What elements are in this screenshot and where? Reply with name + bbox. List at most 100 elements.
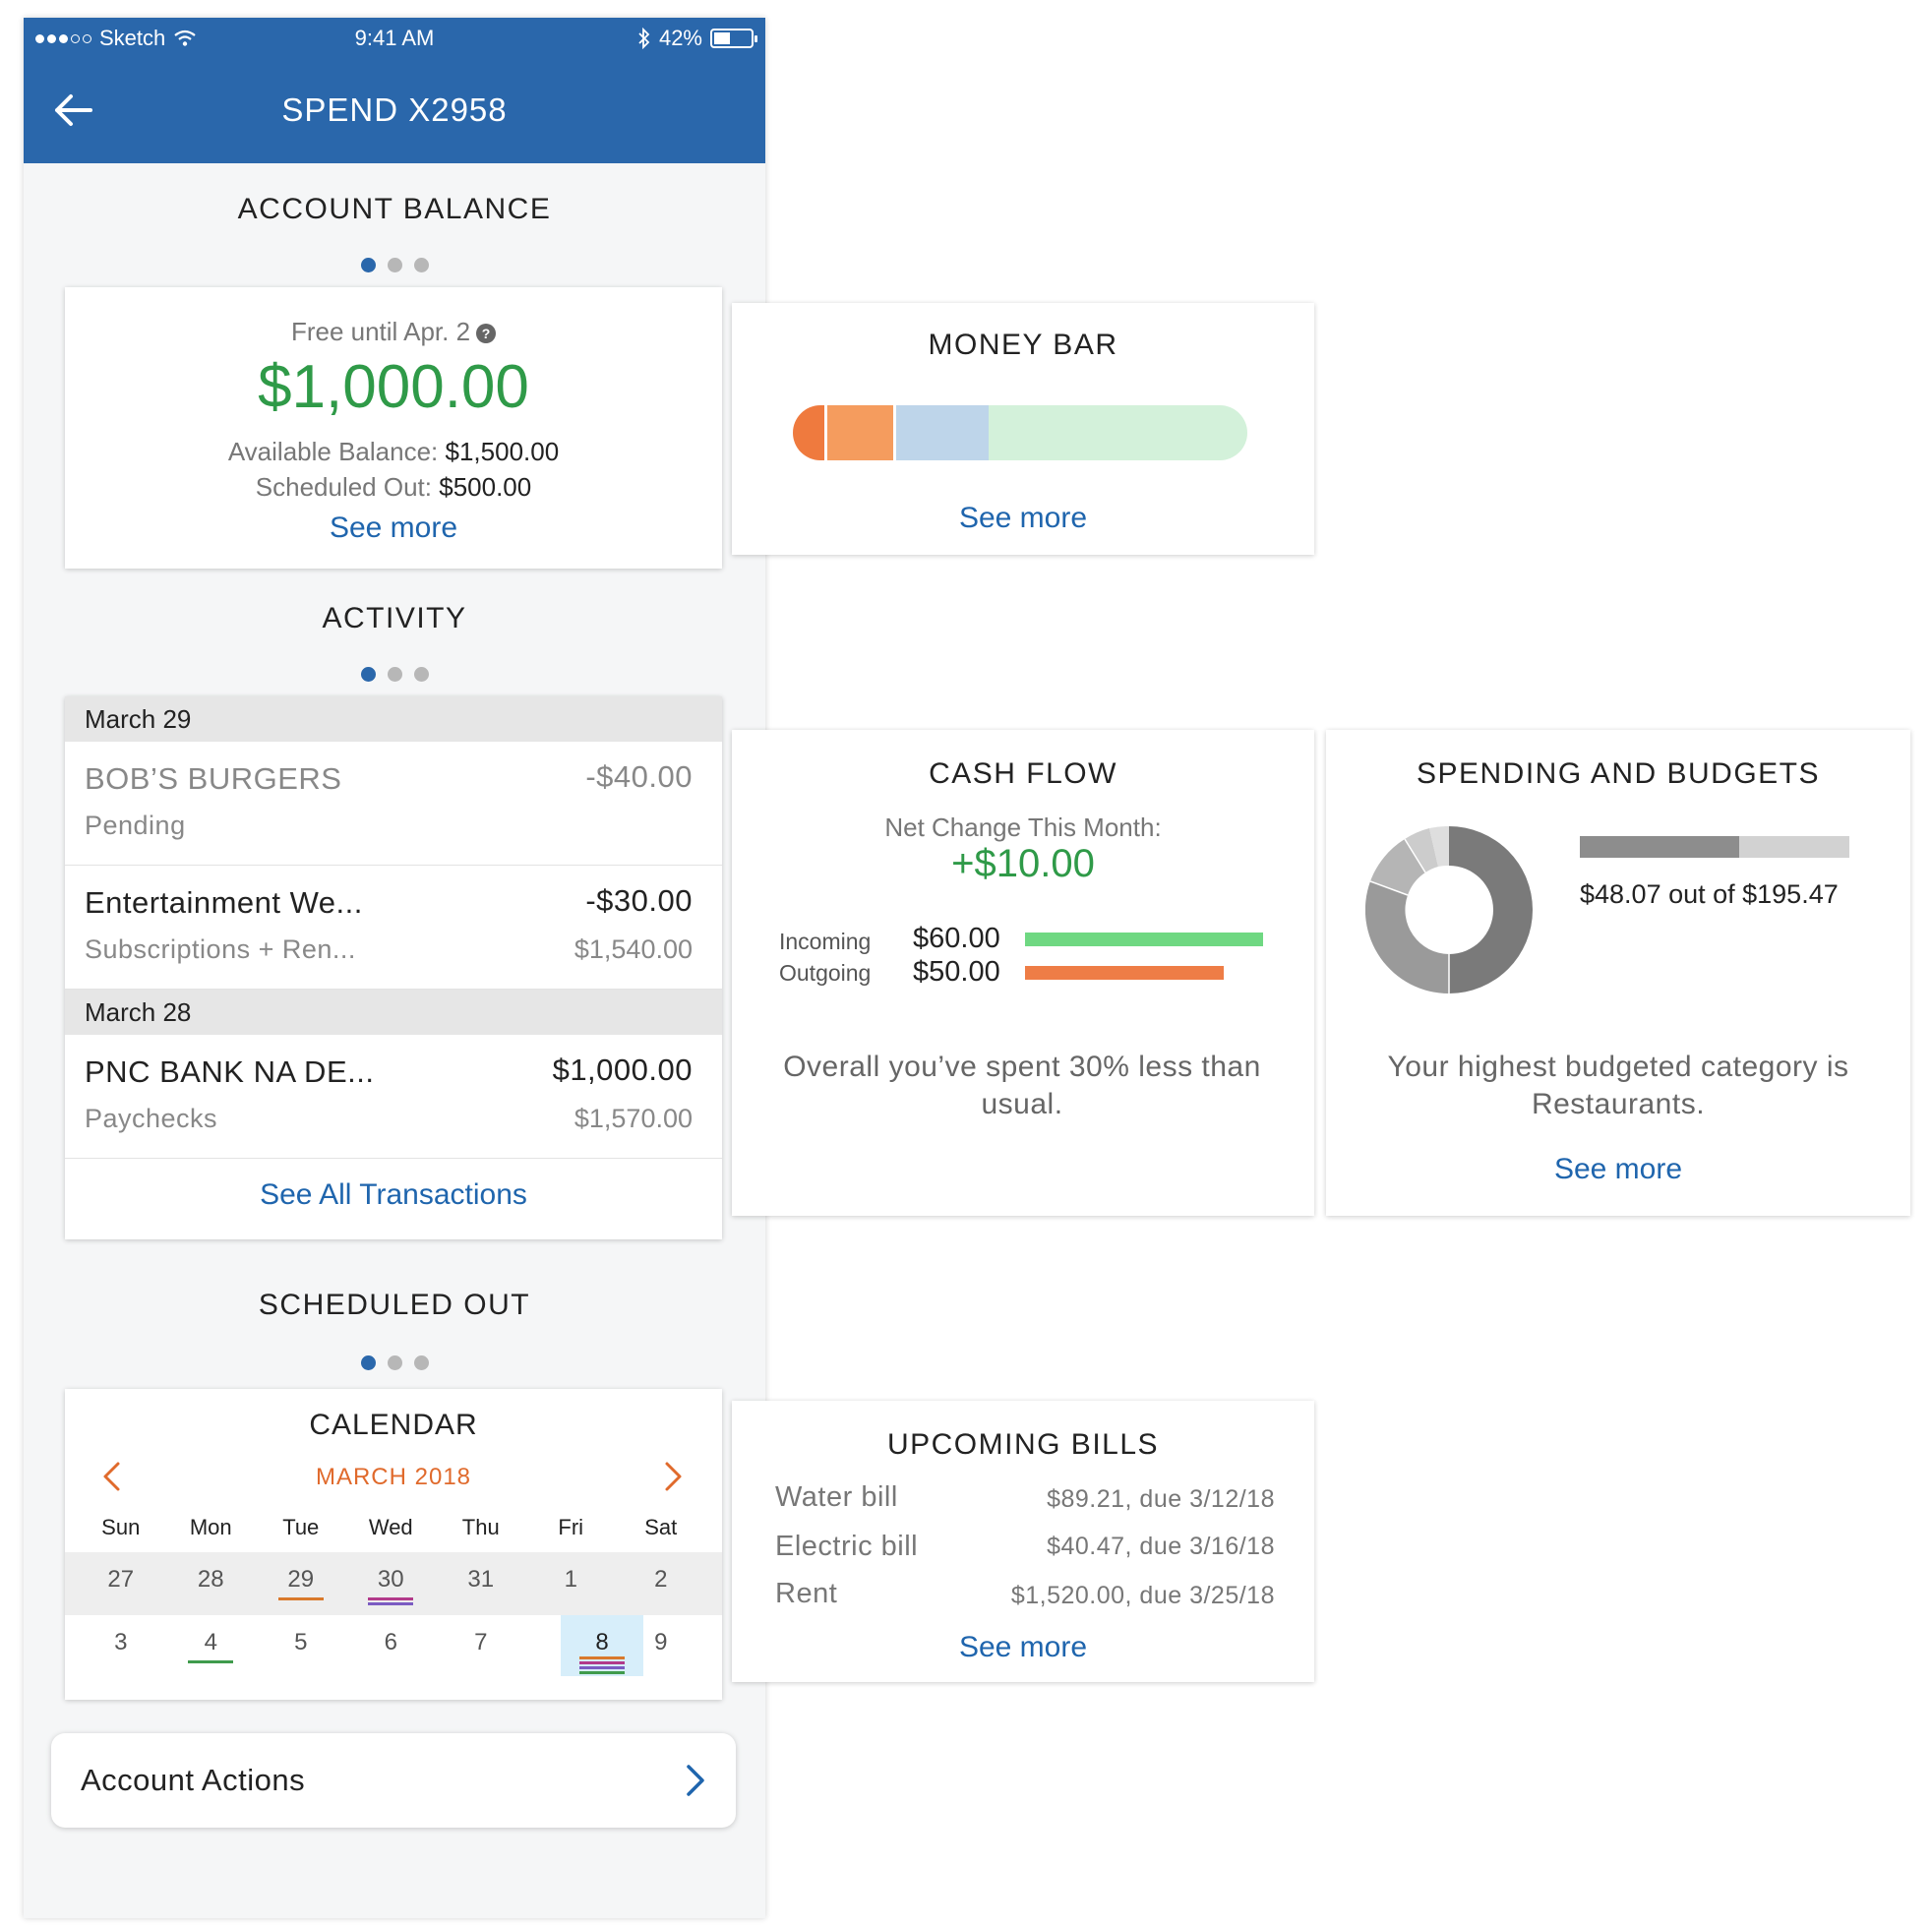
calendar-day[interactable]: 30	[346, 1552, 437, 1613]
money-bar-segment	[793, 405, 825, 460]
balance-pager[interactable]	[24, 258, 765, 272]
pager-dot[interactable]	[413, 1355, 429, 1370]
activity-pager[interactable]	[24, 667, 765, 682]
chevron-right-icon	[687, 1765, 704, 1796]
calendar-day[interactable]: 4	[166, 1615, 257, 1676]
net-change-value: +$10.00	[951, 842, 1095, 885]
budget-note: Your highest budgeted category is Restau…	[1387, 1051, 1849, 1120]
money-bar-card: MONEY BAR See more	[732, 303, 1314, 555]
battery-icon	[710, 29, 757, 48]
outgoing-value: $50.00	[913, 956, 1000, 988]
pager-dot[interactable]	[360, 258, 376, 272]
pager-dot[interactable]	[413, 667, 429, 682]
bill-detail: $89.21, due 3/12/18	[1047, 1485, 1275, 1513]
transaction-name: Entertainment We...	[85, 885, 363, 920]
battery-percent: 42%	[658, 26, 702, 50]
activity-heading: ACTIVITY	[322, 602, 467, 634]
calendar-day[interactable]: 27	[76, 1552, 166, 1613]
calendar-day[interactable]: 28	[166, 1552, 257, 1613]
transaction-row[interactable]: PNC BANK NA DE... Paychecks $1,000.00 $1…	[65, 1035, 722, 1159]
weekday-label: Fri	[558, 1515, 584, 1539]
calendar-month: MARCH 2018	[315, 1464, 472, 1490]
money-bar-segment	[892, 405, 989, 460]
transaction-category: Paychecks	[85, 1104, 218, 1133]
calendar-day-number: 30	[377, 1566, 404, 1593]
pager-dot[interactable]	[387, 1355, 402, 1370]
outgoing-label: Outgoing	[779, 960, 872, 986]
calendar-day[interactable]: 2	[616, 1552, 706, 1613]
phone-screen: Sketch 9:41 AM 42% SPEND X2958 ACCOUNT B…	[24, 18, 765, 1918]
cash-flow-title: CASH FLOW	[929, 757, 1117, 790]
spending-budgets-card: SPENDING AND BUDGETS $48.07 out of $195.…	[1326, 730, 1910, 1216]
weekday-label: Tue	[282, 1515, 320, 1539]
budget-summary: $48.07 out of $195.47	[1580, 879, 1839, 909]
calendar-title: CALENDAR	[309, 1409, 478, 1441]
balance-amount: $1,000.00	[258, 353, 529, 421]
pager-dot[interactable]	[360, 667, 376, 682]
chevron-right-icon[interactable]	[661, 1460, 687, 1493]
available-label: Available Balance:	[227, 437, 439, 466]
calendar-day[interactable]: 6	[346, 1615, 437, 1676]
calendar-week: 3 4 5 6 7 8 9	[65, 1615, 722, 1678]
pager-dot[interactable]	[387, 667, 402, 682]
available-balance: Available Balance: $1,500.00	[65, 437, 722, 467]
calendar-day-number: 4	[204, 1629, 217, 1655]
bill-detail: $40.47, due 3/16/18	[1047, 1533, 1275, 1560]
free-until-label: Free until Apr. 2	[290, 317, 471, 346]
money-bar-segment	[824, 405, 893, 460]
money-bar-see-more-link[interactable]: See more	[732, 502, 1314, 535]
calendar-day[interactable]: 29	[256, 1552, 346, 1613]
calendar-day[interactable]: 3	[76, 1615, 166, 1676]
balance-see-more-link[interactable]: See more	[65, 512, 722, 545]
question-circle-icon[interactable]: ?	[476, 324, 497, 343]
money-bar[interactable]	[793, 405, 1247, 460]
bill-name: Rent	[775, 1578, 838, 1609]
cash-flow-note: Overall you’ve spent 30% less than usual…	[783, 1051, 1261, 1120]
account-actions-button[interactable]: Account Actions	[51, 1733, 736, 1828]
account-balance-card: Free until Apr. 2? $1,000.00 Available B…	[65, 287, 722, 569]
nav-bar: SPEND X2958	[24, 57, 765, 163]
scheduled-out-line: Scheduled Out: $500.00	[65, 472, 722, 503]
money-bar-segment	[988, 405, 1247, 460]
account-balance-heading: ACCOUNT BALANCE	[237, 193, 552, 225]
account-actions-label: Account Actions	[81, 1763, 306, 1797]
free-until-text: Free until Apr. 2?	[65, 317, 722, 347]
activity-card: March 29 BOB’S BURGERS Pending -$40.00 E…	[65, 696, 722, 1239]
scheduled-pager[interactable]	[24, 1355, 765, 1370]
bill-detail: $1,520.00, due 3/25/18	[1010, 1582, 1275, 1609]
status-bar: Sketch 9:41 AM 42%	[24, 18, 765, 57]
calendar-day[interactable]: 5	[256, 1615, 346, 1676]
date-header: March 29	[65, 696, 722, 742]
calendar-day[interactable]: 7	[436, 1615, 526, 1676]
weekday-label: Sat	[644, 1515, 678, 1539]
pager-dot[interactable]	[387, 258, 402, 272]
calendar-day[interactable]: 1	[526, 1552, 617, 1613]
transaction-name: BOB’S BURGERS	[85, 761, 342, 796]
scheduled-label: Scheduled Out:	[255, 472, 432, 502]
bluetooth-icon	[638, 28, 650, 49]
budget-donut-chart[interactable]	[1365, 826, 1533, 993]
transaction-row[interactable]: BOB’S BURGERS Pending -$40.00	[65, 742, 722, 866]
bills-see-more-link[interactable]: See more	[732, 1631, 1314, 1664]
calendar-day[interactable]: 9	[616, 1615, 706, 1676]
budget-progress-fill	[1580, 836, 1739, 858]
bill-marker	[277, 1597, 324, 1600]
page-title: SPEND X2958	[281, 91, 508, 128]
pager-dot[interactable]	[360, 1355, 376, 1370]
transaction-category: Subscriptions + Ren...	[85, 934, 356, 964]
weekday-label: Thu	[461, 1515, 500, 1539]
transaction-amount: -$30.00	[585, 883, 693, 918]
pager-dot[interactable]	[413, 258, 429, 272]
calendar-day-number: 8	[595, 1629, 609, 1655]
weekday-label: Sun	[101, 1515, 141, 1539]
weekday-label: Wed	[368, 1515, 413, 1539]
budget-progress-bar	[1580, 836, 1849, 858]
calendar-week: 27 28 29 30 31 1 2	[65, 1552, 722, 1615]
calendar-day[interactable]: 31	[436, 1552, 526, 1613]
date-header: March 28	[65, 990, 722, 1035]
transaction-row[interactable]: Entertainment We... Subscriptions + Ren.…	[65, 866, 722, 990]
transaction-amount: $1,000.00	[552, 1053, 693, 1087]
calendar-day-number: 29	[287, 1566, 315, 1593]
spending-see-more-link[interactable]: See more	[1326, 1153, 1910, 1186]
see-all-transactions-link[interactable]: See All Transactions	[65, 1178, 722, 1212]
